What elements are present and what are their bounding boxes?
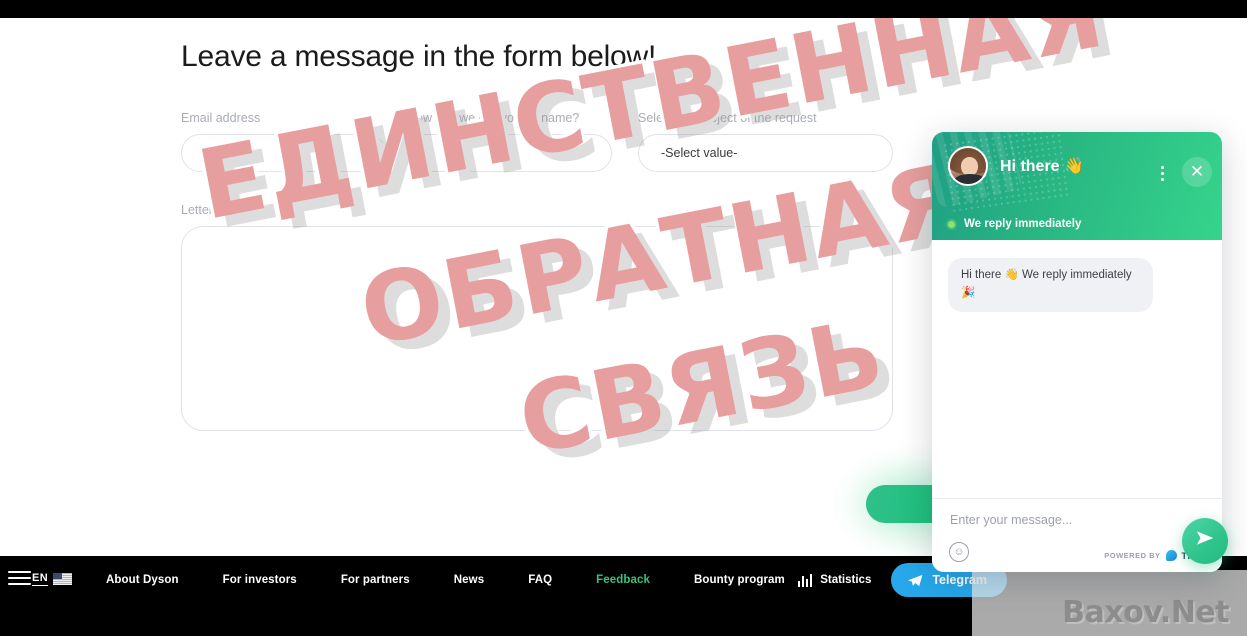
emoji-icon[interactable]: ☺ — [949, 542, 969, 562]
subject-select[interactable]: -Select value- — [638, 134, 893, 172]
online-dot-icon — [948, 220, 955, 228]
tidio-logo-icon — [1165, 550, 1177, 561]
nav-link-about-dyson[interactable]: About Dyson — [84, 574, 201, 586]
chat-header: Hi there 👋 ✕ We reply immediately — [932, 132, 1222, 240]
nav-links: About Dyson For investors For partners N… — [84, 556, 807, 604]
letter-text-label: Letter text — [181, 203, 237, 217]
chat-status: We reply immediately — [932, 208, 1222, 240]
name-field-label: How can we call you by name? — [407, 111, 580, 125]
name-field[interactable] — [407, 134, 612, 172]
more-vertical-icon[interactable] — [1157, 162, 1168, 185]
screenshot-root: Leave a message in the form below! Email… — [0, 0, 1247, 636]
nav-link-faq[interactable]: FAQ — [506, 574, 574, 586]
chat-widget: Hi there 👋 ✕ We reply immediately Hi the… — [932, 132, 1222, 572]
statistics-label: Statistics — [820, 574, 872, 586]
letter-text-area[interactable] — [181, 226, 893, 431]
nav-link-feedback[interactable]: Feedback — [574, 574, 672, 586]
chat-message-list: Hi there 👋 We reply immediately 🎉 — [932, 240, 1222, 498]
telegram-label: Telegram — [932, 573, 987, 587]
hamburger-menu-icon[interactable] — [8, 571, 31, 585]
email-field-label: Email address — [181, 111, 261, 125]
subject-field-label: Select the subject of the request — [638, 111, 817, 125]
language-switcher[interactable]: EN — [32, 572, 49, 586]
chat-message-input[interactable] — [950, 513, 1165, 527]
email-field[interactable] — [181, 134, 386, 172]
statistics-link[interactable]: Statistics — [797, 573, 872, 587]
nav-link-news[interactable]: News — [432, 574, 506, 586]
send-icon — [1196, 531, 1214, 545]
nav-link-for-partners[interactable]: For partners — [319, 574, 432, 586]
chat-status-label: We reply immediately — [964, 218, 1082, 230]
top-black-band — [0, 0, 1247, 18]
chat-footer: ☺ POWERED BY TIDIO — [932, 498, 1222, 572]
agent-avatar — [948, 146, 988, 186]
us-flag-icon — [53, 573, 72, 585]
nav-link-bounty-program[interactable]: Bounty program — [672, 574, 807, 586]
chat-message: Hi there 👋 We reply immediately 🎉 — [948, 258, 1153, 312]
bar-chart-icon — [797, 573, 813, 587]
send-message-button[interactable] — [1182, 518, 1228, 564]
chat-title: Hi there 👋 — [1000, 158, 1084, 175]
nav-link-for-investors[interactable]: For investors — [201, 574, 319, 586]
powered-by-label: POWERED BY — [1104, 551, 1161, 560]
telegram-icon — [908, 574, 923, 586]
close-icon[interactable]: ✕ — [1182, 157, 1212, 187]
page-title: Leave a message in the form below! — [181, 40, 657, 73]
